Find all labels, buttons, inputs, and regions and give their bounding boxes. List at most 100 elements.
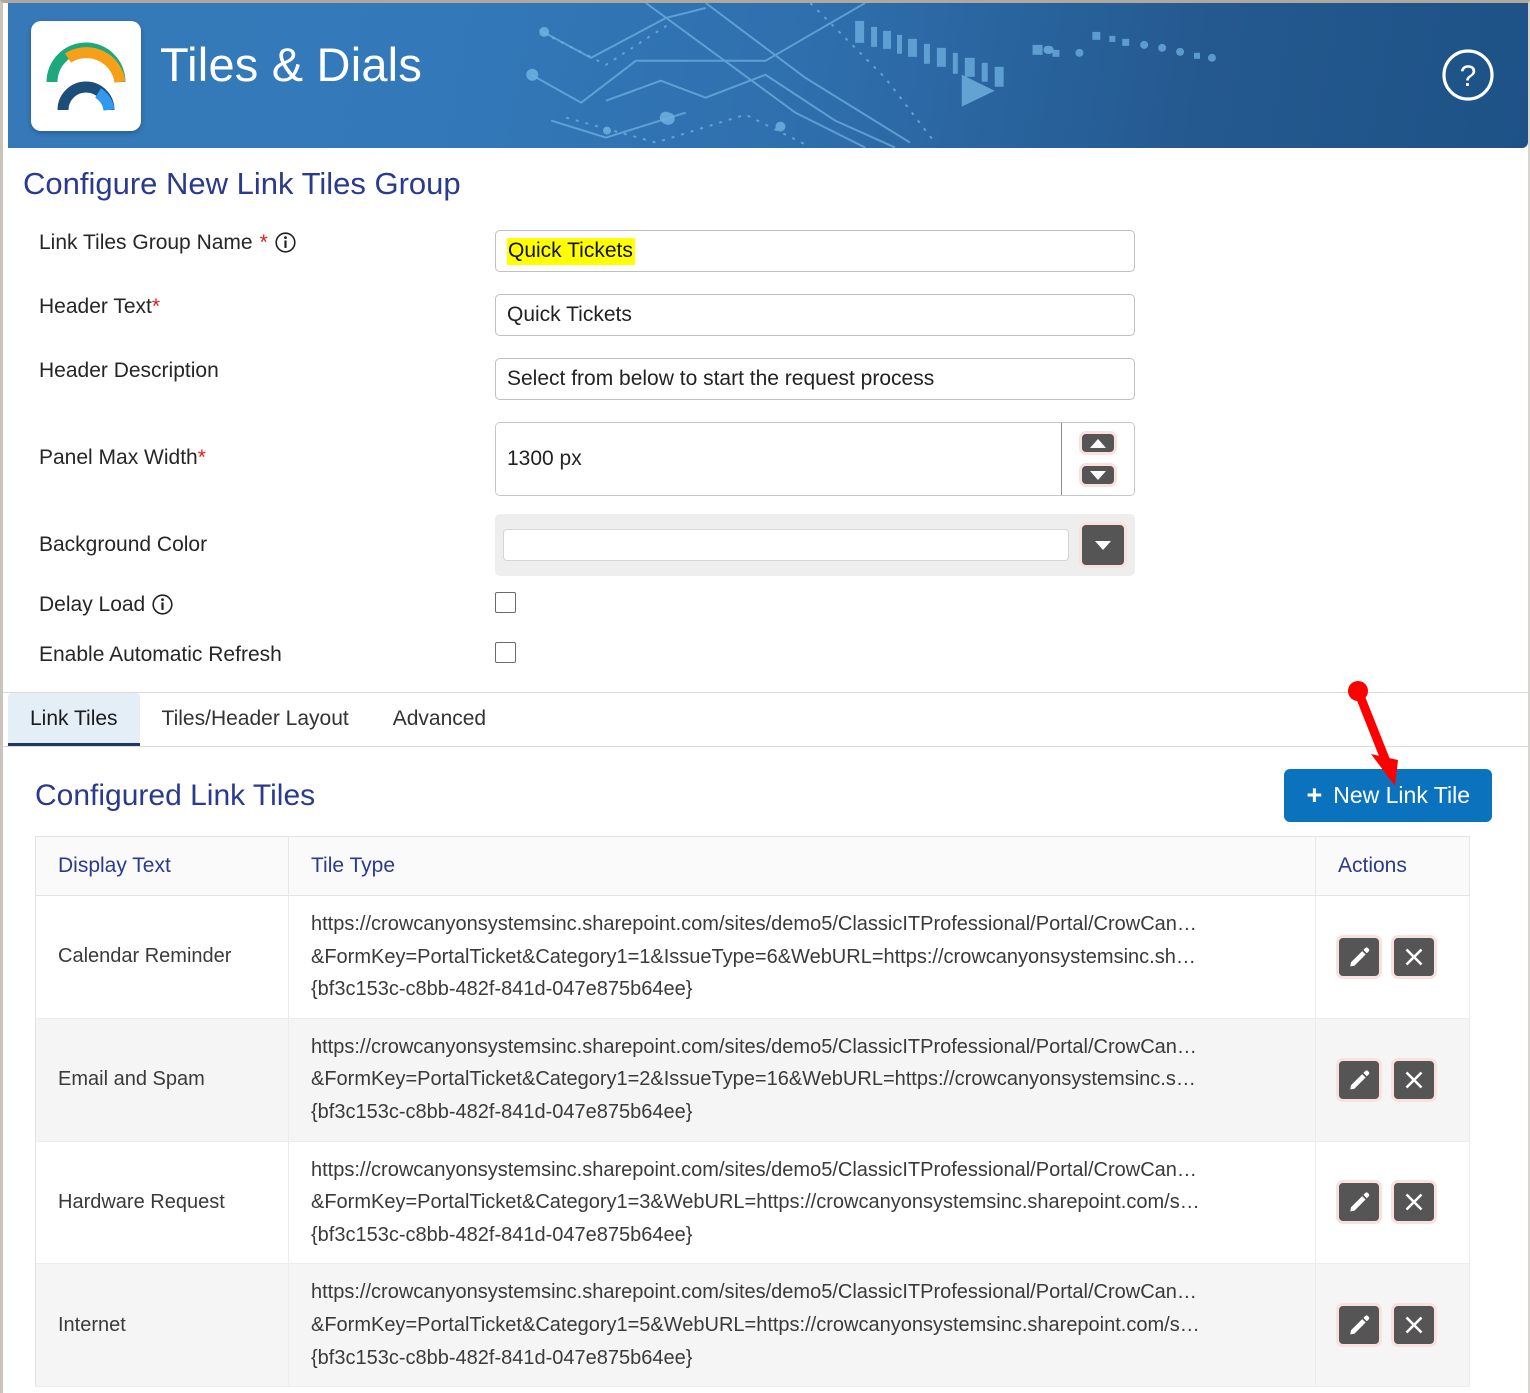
close-icon — [1405, 1194, 1423, 1211]
tabs-bar: Link Tiles Tiles/Header Layout Advanced — [3, 693, 1528, 746]
table-header-row: Display Text Tile Type Actions — [35, 836, 1470, 896]
tile-type-line: {bf3c153c-c8bb-482f-841d-047e875b64ee} — [311, 1346, 693, 1369]
background-color-input[interactable] — [503, 529, 1069, 561]
label-header-text-text: Header Text — [39, 295, 152, 318]
column-header-tile-type[interactable]: Tile Type — [288, 836, 1316, 896]
cell-actions — [1315, 1141, 1470, 1265]
auto-refresh-checkbox[interactable] — [495, 642, 516, 663]
main-content: Configure New Link Tiles Group Link Tile… — [3, 166, 1528, 1388]
edit-row-button[interactable] — [1336, 934, 1382, 979]
edit-row-button[interactable] — [1336, 1180, 1382, 1225]
chevron-down-icon — [1095, 540, 1111, 550]
field-wrap-header-description — [495, 358, 1135, 400]
field-wrap-header-text — [495, 294, 1135, 336]
label-group-name: Link Tiles Group Name * — [3, 230, 495, 255]
tile-type-line: &FormKey=PortalTicket&Category1=3&WebURL… — [311, 1191, 1200, 1214]
app-banner: Tiles & Dials ? — [8, 3, 1528, 148]
label-auto-refresh: Enable Automatic Refresh — [3, 642, 495, 667]
background-color-dropdown-button[interactable] — [1079, 522, 1127, 568]
configured-link-tiles-section: Configured Link Tiles + New Link Tile Di… — [3, 747, 1528, 1388]
label-panel-max-width-text: Panel Max Width — [39, 446, 198, 470]
close-icon — [1405, 948, 1423, 966]
edit-row-button[interactable] — [1336, 1057, 1382, 1102]
form-row-panel-max-width: Panel Max Width * — [3, 422, 1528, 496]
cell-actions — [1315, 895, 1470, 1019]
spinner-buttons — [1062, 423, 1134, 495]
configured-link-tiles-table: Display Text Tile Type Actions Calendar … — [35, 836, 1470, 1388]
row-action-buttons — [1336, 1057, 1469, 1102]
form-row-auto-refresh: Enable Automatic Refresh — [3, 642, 1528, 668]
field-wrap-delay-load — [495, 592, 516, 618]
cell-actions — [1315, 1018, 1470, 1142]
form-row-background-color: Background Color — [3, 514, 1528, 576]
table-row: Hardware Request https://crowcanyonsyste… — [35, 1141, 1470, 1265]
cell-display-text: Email and Spam — [35, 1018, 289, 1142]
tile-type-line: &FormKey=PortalTicket&Category1=1&IssueT… — [311, 945, 1196, 968]
label-panel-max-width: Panel Max Width * — [3, 422, 495, 494]
label-header-text: Header Text * — [3, 294, 495, 319]
group-name-input[interactable] — [495, 230, 1135, 272]
field-wrap-group-name: Quick Tickets — [495, 230, 1135, 272]
cell-display-text: Hardware Request — [35, 1141, 289, 1265]
pencil-icon — [1350, 1070, 1370, 1090]
page-title-banner: Tiles & Dials — [160, 38, 423, 91]
app-page: Tiles & Dials ? Configure New Link Tiles… — [0, 0, 1530, 1393]
form-row-header-description: Header Description — [3, 358, 1528, 400]
tile-type-line: https://crowcanyonsystemsinc.sharepoint.… — [311, 1035, 1197, 1058]
pencil-icon — [1350, 1315, 1370, 1335]
edit-row-button[interactable] — [1336, 1303, 1382, 1348]
label-auto-refresh-text: Enable Automatic Refresh — [39, 643, 282, 666]
triangle-up-icon — [1090, 438, 1106, 448]
label-background-color: Background Color — [3, 514, 495, 576]
table-row: Calendar Reminder https://crowcanyonsyst… — [35, 895, 1470, 1019]
close-icon — [1405, 1071, 1423, 1089]
label-delay-load: Delay Load — [3, 592, 495, 617]
panel-max-width-input[interactable] — [496, 423, 1062, 495]
delete-row-button[interactable] — [1391, 1303, 1437, 1348]
column-header-display-text[interactable]: Display Text — [35, 836, 289, 896]
required-asterisk: * — [151, 295, 161, 318]
tab-tiles-header-layout[interactable]: Tiles/Header Layout — [140, 693, 371, 746]
delete-row-button[interactable] — [1391, 934, 1437, 979]
cell-tile-type: https://crowcanyonsystemsinc.sharepoint.… — [288, 1018, 1316, 1142]
tile-type-line: &FormKey=PortalTicket&Category1=2&IssueT… — [311, 1068, 1196, 1091]
cell-display-text: Calendar Reminder — [35, 895, 289, 1019]
help-icon[interactable]: ? — [1441, 48, 1495, 102]
table-row: Email and Spam https://crowcanyonsystems… — [35, 1018, 1470, 1142]
new-link-tile-button-label: New Link Tile — [1333, 782, 1470, 808]
form-row-header-text: Header Text * — [3, 294, 1528, 336]
tab-advanced[interactable]: Advanced — [371, 693, 508, 746]
cell-tile-type: https://crowcanyonsystemsinc.sharepoint.… — [288, 895, 1316, 1019]
header-text-input[interactable] — [495, 294, 1135, 336]
pencil-icon — [1350, 1192, 1370, 1212]
delete-row-button[interactable] — [1391, 1057, 1437, 1102]
page-title: Configure New Link Tiles Group — [23, 166, 461, 201]
spinner-increment-button[interactable] — [1079, 431, 1117, 455]
tile-type-line: {bf3c153c-c8bb-482f-841d-047e875b64ee} — [311, 978, 693, 1001]
cell-tile-type: https://crowcanyonsystemsinc.sharepoint.… — [288, 1141, 1316, 1265]
form-row-delay-load: Delay Load — [3, 592, 1528, 618]
header-description-input[interactable] — [495, 358, 1135, 400]
config-form: Link Tiles Group Name * Quick Tickets He… — [3, 230, 1528, 668]
triangle-down-icon — [1090, 470, 1106, 480]
plus-icon: + — [1306, 780, 1323, 810]
table-row: Internet https://crowcanyonsystemsinc.sh… — [35, 1263, 1470, 1388]
delay-load-checkbox[interactable] — [495, 592, 516, 613]
form-row-group-name: Link Tiles Group Name * Quick Tickets — [3, 230, 1528, 272]
delete-row-button[interactable] — [1391, 1180, 1437, 1225]
tile-type-line: &FormKey=PortalTicket&Category1=5&WebURL… — [311, 1313, 1200, 1336]
info-icon[interactable] — [152, 594, 173, 615]
label-header-description-text: Header Description — [39, 359, 219, 382]
label-delay-load-text: Delay Load — [39, 593, 146, 616]
spinner-decrement-button[interactable] — [1079, 463, 1117, 487]
new-link-tile-button[interactable]: + New Link Tile — [1284, 769, 1492, 822]
label-group-name-text: Link Tiles Group Name — [39, 231, 253, 254]
tile-type-line: https://crowcanyonsystemsinc.sharepoint.… — [311, 1281, 1197, 1304]
tab-link-tiles[interactable]: Link Tiles — [8, 693, 140, 746]
close-icon — [1405, 1316, 1423, 1334]
column-header-actions: Actions — [1315, 836, 1470, 896]
tiles-and-dials-logo-icon — [46, 42, 126, 112]
label-header-description: Header Description — [3, 358, 495, 383]
cell-actions — [1315, 1263, 1470, 1388]
info-icon[interactable] — [275, 232, 296, 253]
